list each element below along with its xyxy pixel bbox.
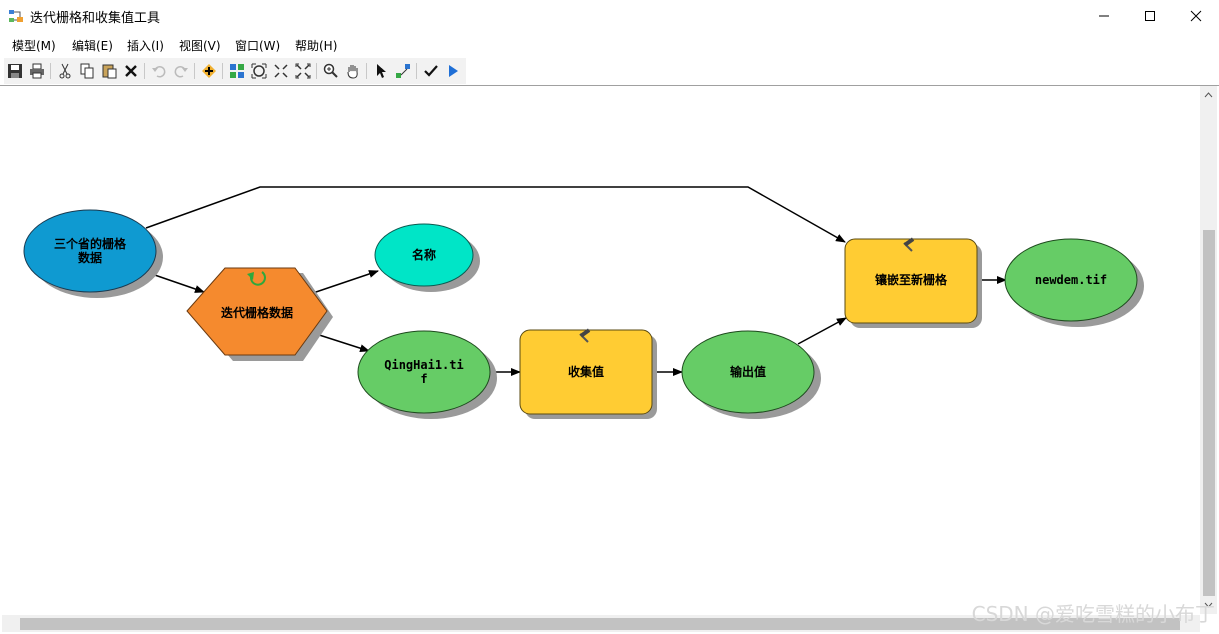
- connector-iterator-to-name[interactable]: [312, 270, 379, 294]
- close-button[interactable]: [1173, 0, 1219, 32]
- menu-model[interactable]: 模型(M): [12, 37, 56, 54]
- node-name-variable-label: 名称: [412, 247, 436, 262]
- toolbar-separator: [416, 63, 417, 79]
- zoom-in-fixed-icon: [274, 64, 288, 78]
- connector-iterator-to-qinghai[interactable]: [312, 332, 370, 353]
- menu-window[interactable]: 窗口(W): [235, 37, 280, 54]
- node-qinghai[interactable]: QingHai1.ti f: [357, 330, 491, 414]
- select-icon: [377, 64, 386, 78]
- auto-layout-icon: [230, 64, 244, 78]
- undo-icon: [152, 66, 166, 78]
- node-name-variable[interactable]: 名称: [374, 223, 474, 287]
- run-button[interactable]: [444, 62, 462, 80]
- full-extent-icon: [251, 63, 267, 79]
- node-qinghai-label-line1: QingHai1.ti: [384, 358, 463, 372]
- paste-button[interactable]: [100, 62, 118, 80]
- select-button[interactable]: [372, 62, 390, 80]
- cut-icon: [59, 63, 71, 79]
- toolbar-separator: [366, 63, 367, 79]
- menu-help[interactable]: 帮助(H): [295, 37, 337, 54]
- node-newdem-label: newdem.tif: [1035, 273, 1107, 287]
- connect-icon: [396, 64, 410, 78]
- connector-output-to-mosaic[interactable]: [797, 317, 847, 345]
- pan-button[interactable]: [344, 62, 362, 80]
- full-extent-button[interactable]: [250, 62, 268, 80]
- zoom-out-fixed-icon: [295, 63, 311, 79]
- redo-icon: [174, 66, 188, 78]
- node-collect-values-label: 收集值: [568, 364, 604, 379]
- paste-icon: [102, 64, 117, 79]
- modelbuilder-icon: [9, 10, 23, 22]
- scroll-up-icon: [1204, 92, 1213, 98]
- zoom-in-icon: [323, 63, 338, 78]
- watermark: CSDN @爱吃雪糕的小布丁: [971, 602, 1215, 626]
- menu-edit[interactable]: 编辑(E): [72, 37, 113, 54]
- print-icon: [30, 63, 44, 79]
- vertical-scroll-thumb[interactable]: [1203, 230, 1215, 596]
- node-iterator-label: 迭代栅格数据: [221, 305, 293, 320]
- zoom-in-button[interactable]: [322, 62, 340, 80]
- save-icon: [8, 64, 22, 78]
- toolbar-separator: [50, 63, 51, 79]
- validate-icon: [424, 65, 438, 77]
- menu-insert[interactable]: 插入(I): [127, 37, 164, 54]
- node-output-values[interactable]: 输出值: [681, 330, 815, 414]
- model-diagram: 三个省的栅格 数据 迭代栅格数据 名称 QingHai1.ti f 收集值 输出…: [23, 186, 1144, 419]
- copy-button[interactable]: [78, 62, 96, 80]
- auto-layout-button[interactable]: [228, 62, 246, 80]
- redo-button[interactable]: [172, 62, 190, 80]
- node-input-raster-label-line2: 数据: [78, 250, 102, 265]
- model-canvas[interactable]: 三个省的栅格 数据 迭代栅格数据 名称 QingHai1.ti f 收集值 输出…: [2, 86, 1200, 614]
- zoom-in-fixed-button[interactable]: [272, 62, 290, 80]
- node-input-raster[interactable]: 三个省的栅格 数据: [23, 209, 157, 293]
- undo-button[interactable]: [150, 62, 168, 80]
- node-newdem[interactable]: newdem.tif: [1004, 238, 1138, 322]
- maximize-icon: [1145, 11, 1155, 21]
- validate-button[interactable]: [422, 62, 440, 80]
- node-qinghai-label-line2: f: [420, 372, 427, 386]
- connector-input-to-mosaic[interactable]: [145, 186, 846, 243]
- toolbar-separator: [316, 63, 317, 79]
- cut-button[interactable]: [56, 62, 74, 80]
- menu-view[interactable]: 视图(V): [179, 37, 221, 54]
- node-input-raster-label-line1: 三个省的栅格: [54, 236, 127, 251]
- pan-icon: [347, 65, 358, 79]
- minimize-button[interactable]: [1081, 0, 1127, 32]
- toolbar-separator: [222, 63, 223, 79]
- print-button[interactable]: [28, 62, 46, 80]
- node-output-values-label: 输出值: [730, 364, 766, 379]
- save-button[interactable]: [6, 62, 24, 80]
- toolbar: [4, 58, 466, 84]
- node-collect-values[interactable]: 收集值: [519, 328, 653, 415]
- toolbar-separator: [194, 63, 195, 79]
- title-bar: 迭代栅格和收集值工具: [0, 0, 1219, 32]
- connect-button[interactable]: [394, 62, 412, 80]
- node-mosaic[interactable]: 镶嵌至新栅格: [844, 237, 978, 324]
- toolbar-separator: [144, 63, 145, 79]
- node-mosaic-label: 镶嵌至新栅格: [875, 272, 948, 287]
- copy-icon: [80, 63, 94, 79]
- delete-icon: [125, 65, 137, 77]
- maximize-button[interactable]: [1127, 0, 1173, 32]
- delete-button[interactable]: [122, 62, 140, 80]
- window-title: 迭代栅格和收集值工具: [30, 11, 161, 26]
- minimize-icon: [1099, 15, 1109, 17]
- zoom-out-fixed-button[interactable]: [294, 62, 312, 80]
- add-data-button[interactable]: [200, 62, 218, 80]
- close-icon: [1190, 10, 1202, 22]
- add-data-icon: [202, 64, 216, 78]
- menu-bar: 模型(M) 编辑(E) 插入(I) 视图(V) 窗口(W) 帮助(H): [0, 34, 1219, 56]
- run-icon: [449, 65, 458, 77]
